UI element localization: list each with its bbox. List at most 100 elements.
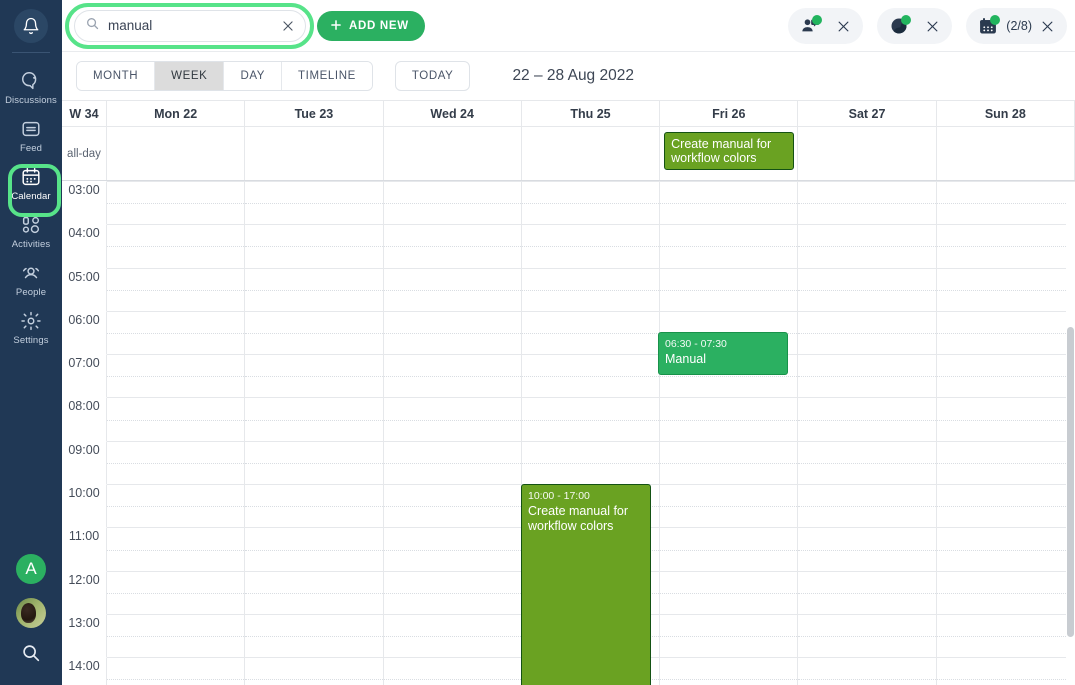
close-icon[interactable] — [1040, 19, 1055, 34]
time-slot[interactable] — [936, 657, 1075, 685]
tab-timeline[interactable]: TIMELINE — [282, 62, 372, 90]
time-slot[interactable] — [107, 657, 246, 685]
time-slot[interactable] — [245, 527, 384, 571]
chip-calendar-filter[interactable]: (2/8) — [966, 8, 1067, 44]
time-slot[interactable] — [798, 267, 937, 311]
time-slot[interactable] — [383, 224, 522, 268]
sidebar-item-people[interactable]: People — [0, 255, 62, 303]
tab-day[interactable]: DAY — [224, 62, 283, 90]
today-button[interactable]: TODAY — [394, 61, 471, 91]
chip-people-filter[interactable] — [788, 8, 864, 44]
time-slot[interactable] — [383, 181, 522, 225]
close-icon[interactable] — [836, 19, 851, 34]
time-slot[interactable] — [383, 613, 522, 658]
time-slot[interactable] — [245, 613, 384, 658]
avatar[interactable] — [16, 598, 46, 628]
time-slot[interactable] — [521, 354, 661, 398]
all-day-event[interactable]: Create manual for workflow colors — [664, 132, 795, 170]
time-slot[interactable] — [383, 527, 522, 571]
time-slot[interactable] — [107, 570, 246, 614]
time-slot[interactable] — [660, 527, 799, 571]
time-slot[interactable] — [660, 613, 799, 658]
time-slot[interactable] — [521, 224, 661, 268]
time-slot[interactable] — [521, 267, 661, 311]
time-slot[interactable] — [936, 224, 1075, 268]
time-slot[interactable] — [798, 613, 937, 658]
time-slot[interactable] — [521, 181, 661, 225]
search-clear-icon[interactable] — [281, 19, 295, 33]
all-day-cell-wed[interactable] — [384, 127, 522, 180]
chip-avatar-filter[interactable] — [877, 8, 953, 44]
tab-month[interactable]: MONTH — [77, 62, 156, 90]
time-slot[interactable] — [107, 354, 246, 398]
time-slot[interactable] — [660, 570, 799, 614]
time-slot[interactable] — [936, 527, 1075, 571]
time-slot[interactable] — [245, 267, 384, 311]
event-create-manual[interactable]: 10:00 - 17:00 Create manual for workflow… — [521, 484, 651, 685]
time-slot[interactable] — [245, 224, 384, 268]
all-day-cell-sat[interactable] — [798, 127, 937, 180]
sidebar-item-calendar[interactable]: Calendar — [0, 159, 62, 207]
time-slot[interactable] — [521, 310, 661, 355]
time-slot[interactable] — [383, 484, 522, 528]
time-slot[interactable] — [936, 354, 1075, 398]
time-slot[interactable] — [245, 181, 384, 225]
time-slot[interactable] — [107, 224, 246, 268]
time-slot[interactable] — [245, 354, 384, 398]
time-slot[interactable] — [107, 527, 246, 571]
time-slot[interactable] — [936, 484, 1075, 528]
search-icon[interactable] — [20, 642, 42, 669]
time-slot[interactable] — [660, 224, 799, 268]
vertical-scrollbar-thumb[interactable] — [1067, 327, 1074, 637]
time-slot[interactable] — [660, 267, 799, 311]
sidebar-item-feed[interactable]: Feed — [0, 111, 62, 159]
time-slot[interactable] — [521, 397, 661, 441]
time-slot[interactable] — [521, 440, 661, 485]
notifications-button[interactable] — [0, 0, 62, 52]
day-header-fri[interactable]: Fri 26 — [660, 101, 799, 126]
day-header-thu[interactable]: Thu 25 — [522, 101, 661, 126]
bell-icon[interactable] — [14, 9, 48, 43]
time-slot[interactable] — [798, 570, 937, 614]
all-day-cell-thu[interactable] — [522, 127, 661, 180]
all-day-cell-tue[interactable] — [245, 127, 384, 180]
time-slot[interactable] — [798, 527, 937, 571]
sidebar-item-discussions[interactable]: Discussions — [0, 63, 62, 111]
time-slot[interactable] — [107, 440, 246, 485]
time-slot[interactable] — [660, 397, 799, 441]
time-slot[interactable] — [936, 310, 1075, 355]
search-input[interactable]: manual — [74, 10, 306, 42]
time-slot[interactable] — [660, 657, 799, 685]
time-slot[interactable] — [245, 657, 384, 685]
time-slot[interactable] — [798, 657, 937, 685]
time-slot[interactable] — [245, 397, 384, 441]
tab-week[interactable]: WEEK — [155, 62, 225, 90]
time-slot[interactable] — [936, 440, 1075, 485]
time-slot[interactable] — [383, 354, 522, 398]
time-slot[interactable] — [660, 440, 799, 485]
time-slot[interactable] — [245, 484, 384, 528]
time-slot[interactable] — [798, 440, 937, 485]
time-slot[interactable] — [660, 181, 799, 225]
time-slot[interactable] — [936, 181, 1075, 225]
time-grid-scroll[interactable]: 03:00 04:00 05:00 06:00 07:00 08:00 09:00 10:00… — [62, 181, 1075, 685]
day-header-mon[interactable]: Mon 22 — [107, 101, 246, 126]
time-slot[interactable] — [936, 613, 1075, 658]
all-day-cell-mon[interactable] — [107, 127, 246, 180]
all-day-cell-sun[interactable] — [937, 127, 1075, 180]
time-slot[interactable] — [798, 354, 937, 398]
time-slot[interactable] — [107, 613, 246, 658]
day-header-sat[interactable]: Sat 27 — [798, 101, 937, 126]
time-slot[interactable] — [107, 310, 246, 355]
time-slot[interactable] — [936, 397, 1075, 441]
time-slot[interactable] — [798, 224, 937, 268]
time-slot[interactable] — [660, 484, 799, 528]
time-slot[interactable] — [107, 267, 246, 311]
time-slot[interactable] — [798, 484, 937, 528]
time-slot[interactable] — [383, 267, 522, 311]
time-slot[interactable] — [107, 484, 246, 528]
sidebar-item-activities[interactable]: Activities — [0, 207, 62, 255]
time-slot[interactable] — [383, 310, 522, 355]
time-slot[interactable] — [798, 397, 937, 441]
time-slot[interactable] — [383, 440, 522, 485]
